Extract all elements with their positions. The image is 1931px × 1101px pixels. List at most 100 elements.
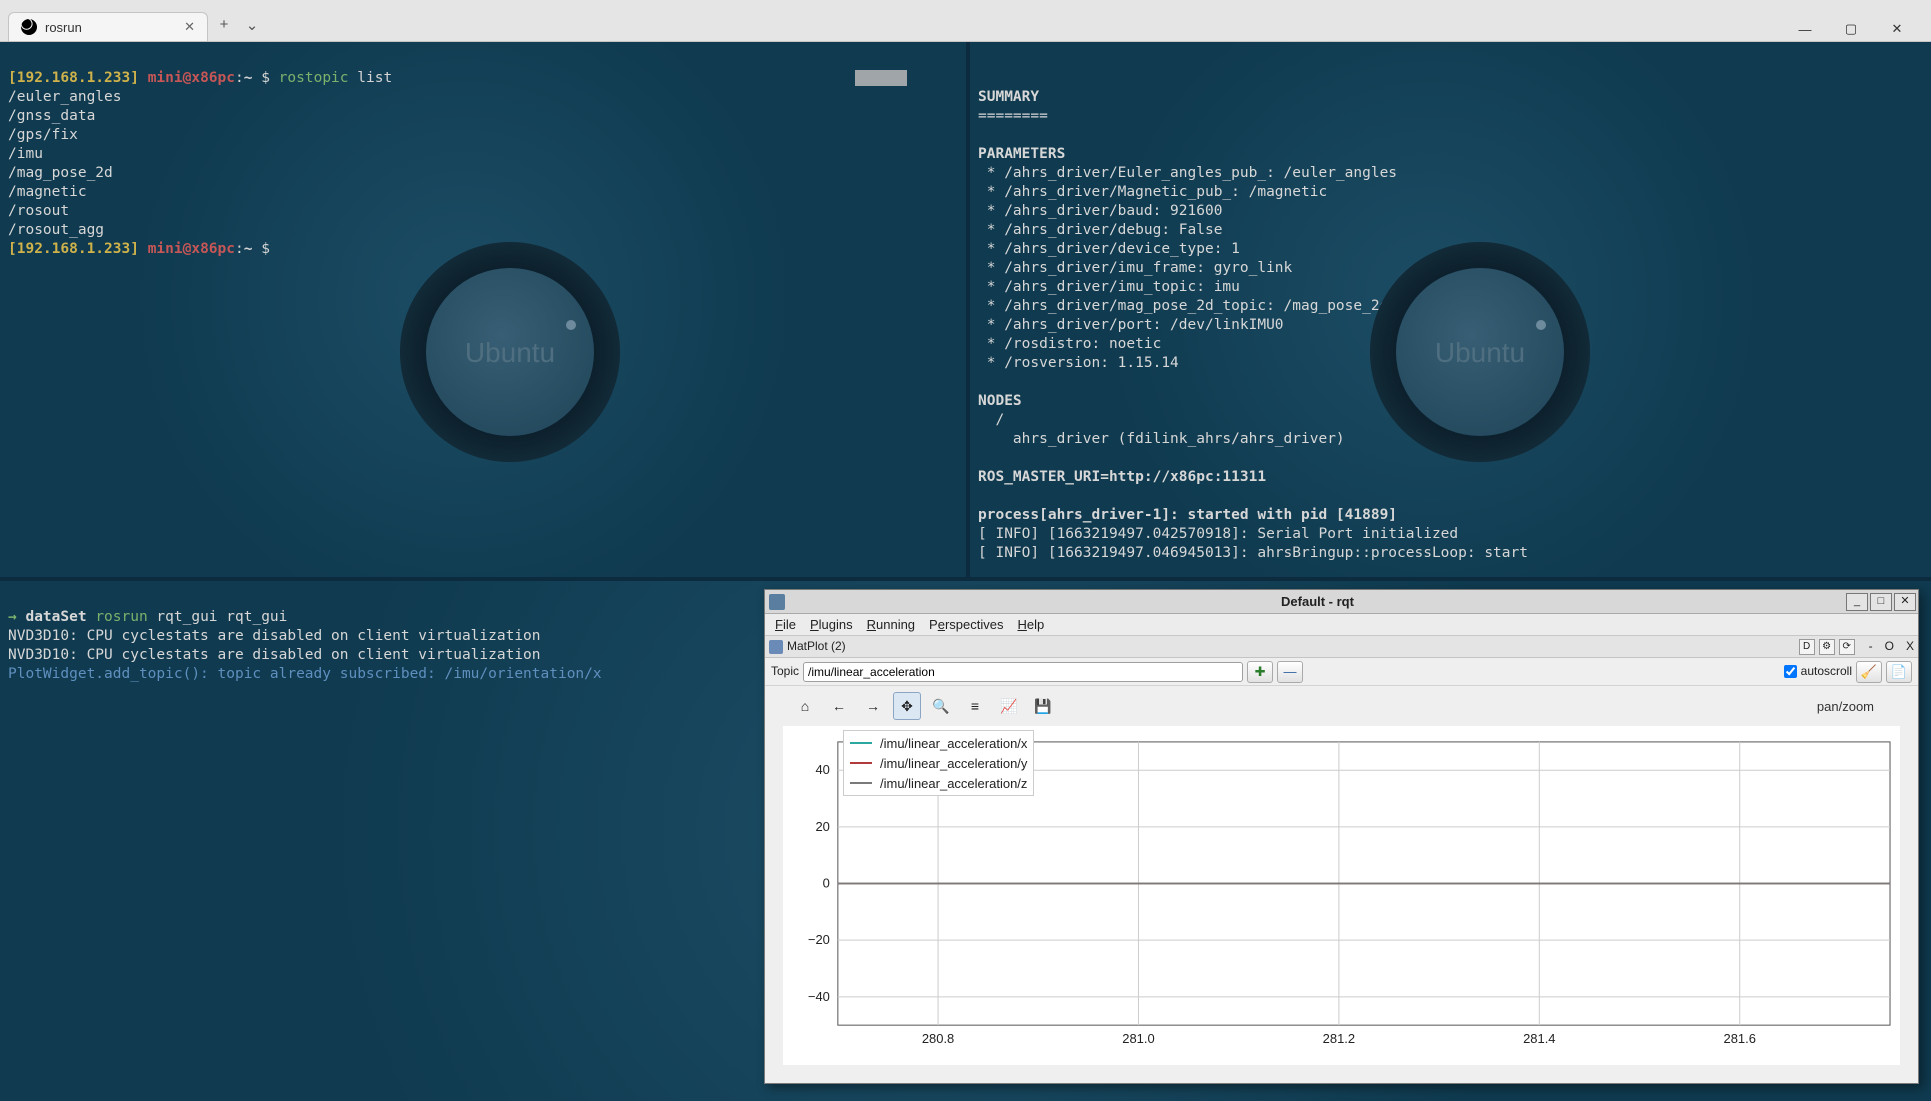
close-window-button[interactable]: ✕ [1885,17,1909,41]
topic-line: /imu [8,146,43,162]
topic-line: /rosout_agg [8,222,104,238]
cmd-tool: rostopic [279,70,349,86]
plot-subplots-icon[interactable]: ≡ [961,692,989,720]
ubuntu-label: Ubuntu [1435,343,1525,362]
rqt-app-icon [769,594,785,610]
rqt-close-button[interactable]: ✕ [1894,593,1916,611]
terminal-top-right[interactable]: SUMMARY ======== PARAMETERS * /ahrs_driv… [970,42,1931,577]
legend-swatch-icon [850,762,872,764]
topic-line: /rosout [8,203,69,219]
dock-dash[interactable]: - [1869,637,1873,656]
rqt-title: Default - rqt [789,592,1846,611]
dock-gear-icon[interactable]: ⚙ [1819,639,1835,655]
summary-label: SUMMARY [978,89,1039,105]
svg-text:−40: −40 [808,989,830,1004]
param-line: * /ahrs_driver/Euler_angles_pub_: /euler… [978,165,1397,181]
prompt-path: ~ [244,70,253,86]
nodes-label: NODES [978,393,1022,409]
node-slash: / [978,412,1004,428]
tab-list-chevron-icon[interactable]: ⌄ [240,13,264,37]
window-buttons: — ▢ ✕ [1793,15,1931,41]
topic-line: /euler_angles [8,89,122,105]
legend-label: /imu/linear_acceleration/x [880,734,1027,753]
param-line: * /ahrs_driver/port: /dev/linkIMU0 [978,317,1284,333]
legend-swatch-icon [850,782,872,784]
param-line: * /ahrs_driver/Magnetic_pub_: /magnetic [978,184,1327,200]
export-button[interactable]: 📄 [1886,661,1912,683]
add-topic-button[interactable]: ✚ [1247,661,1273,683]
info-line: [ INFO] [1663219497.046945013]: ahrsBrin… [978,545,1528,561]
param-line: * /ahrs_driver/debug: False [978,222,1222,238]
add-tab-button[interactable]: + [212,13,236,37]
rqt-window[interactable]: Default - rqt _ □ ✕ File Plugins Running… [764,589,1919,1084]
maximize-button[interactable]: ▢ [1839,17,1863,41]
ubuntu-dot-icon [1536,320,1546,330]
svg-text:281.6: 281.6 [1724,1031,1756,1046]
menu-plugins[interactable]: Plugins [810,615,853,634]
tab-title: rosrun [45,20,82,35]
autoscroll-checkbox[interactable]: autoscroll [1784,662,1852,681]
legend-item-z: /imu/linear_acceleration/z [850,773,1027,793]
svg-text:280.8: 280.8 [922,1031,954,1046]
minimize-button[interactable]: — [1793,17,1817,41]
autoscroll-input[interactable] [1784,665,1797,678]
ros-master-uri: ROS_MASTER_URI=http://x86pc:11311 [978,469,1266,485]
cmd-arg: list [357,70,392,86]
ubuntu-dot-icon [566,320,576,330]
remove-topic-button[interactable]: — [1277,661,1303,683]
plot-pan-icon[interactable]: ✥ [893,692,921,720]
ubuntu-watermark: Ubuntu [1370,242,1590,462]
plot-zoom-icon[interactable]: 🔍 [927,692,955,720]
param-line: * /rosdistro: noetic [978,336,1161,352]
plot-axes-icon[interactable]: 📈 [995,692,1023,720]
tab-rosrun[interactable]: rosrun ✕ [8,12,208,41]
matplotlib-toolbar: ⌂ ← → ✥ 🔍 ≡ 📈 💾 pan/zoom [765,686,1918,726]
autoscroll-label: autoscroll [1801,662,1852,681]
param-line: * /ahrs_driver/imu_topic: imu [978,279,1240,295]
menu-perspectives[interactable]: Perspectives [929,615,1003,634]
workspace: [192.168.1.233] mini@x86pc:~ $ rostopic … [0,42,1931,1101]
menu-file[interactable]: File [775,615,796,634]
plot-forward-icon[interactable]: → [859,692,887,720]
terminal-top-left[interactable]: [192.168.1.233] mini@x86pc:~ $ rostopic … [0,42,966,577]
text-selection[interactable] [855,70,907,86]
dock-float-button[interactable]: O [1885,637,1894,656]
topic-input[interactable] [803,662,1243,682]
prompt-sep: : [235,241,244,257]
tab-strip: rosrun ✕ + ⌄ [0,12,264,41]
terminal-bottom[interactable]: → dataSet rosrun rqt_gui rqt_gui NVD3D10… [0,581,1931,1101]
param-line: * /rosversion: 1.15.14 [978,355,1179,371]
ubuntu-watermark: Ubuntu [400,242,620,462]
plot-back-icon[interactable]: ← [825,692,853,720]
log-line: NVD3D10: CPU cyclestats are disabled on … [8,628,541,644]
param-line: * /ahrs_driver/mag_pose_2d_topic: /mag_p… [978,298,1388,314]
rqt-dock-header[interactable]: MatPlot (2) D ⚙ ⟳ - O X [765,636,1918,658]
rqt-titlebar[interactable]: Default - rqt _ □ ✕ [765,590,1918,614]
prompt-symbol: $ [261,70,270,86]
legend-swatch-icon [850,742,872,744]
plot-home-icon[interactable]: ⌂ [791,692,819,720]
dock-plot-icon [769,640,783,654]
param-line: * /ahrs_driver/imu_frame: gyro_link [978,260,1292,276]
menu-help[interactable]: Help [1017,615,1044,634]
dock-d-button[interactable]: D [1799,639,1815,655]
svg-text:−20: −20 [808,932,830,947]
rqt-maximize-button[interactable]: □ [1870,593,1892,611]
log-line: NVD3D10: CPU cyclestats are disabled on … [8,647,541,663]
plot-area[interactable]: −40−2002040280.8281.0281.2281.4281.6 /im… [783,726,1900,1065]
dock-reload-icon[interactable]: ⟳ [1839,639,1855,655]
plot-save-icon[interactable]: 💾 [1029,692,1057,720]
cmd-tool: rosrun [95,609,147,625]
topic-line: /gps/fix [8,127,78,143]
legend-label: /imu/linear_acceleration/y [880,754,1027,773]
cmd-rest: rqt_gui rqt_gui [148,609,288,625]
prompt-host: [192.168.1.233] [8,241,139,257]
svg-text:20: 20 [815,819,829,834]
menu-running[interactable]: Running [867,615,915,634]
rqt-minimize-button[interactable]: _ [1846,593,1868,611]
close-tab-icon[interactable]: ✕ [184,19,195,35]
svg-text:281.0: 281.0 [1122,1031,1154,1046]
dock-close-button[interactable]: X [1906,637,1914,656]
clear-plot-button[interactable]: 🧹 [1856,661,1882,683]
log-line: PlotWidget.add_topic(): topic already su… [8,666,602,682]
